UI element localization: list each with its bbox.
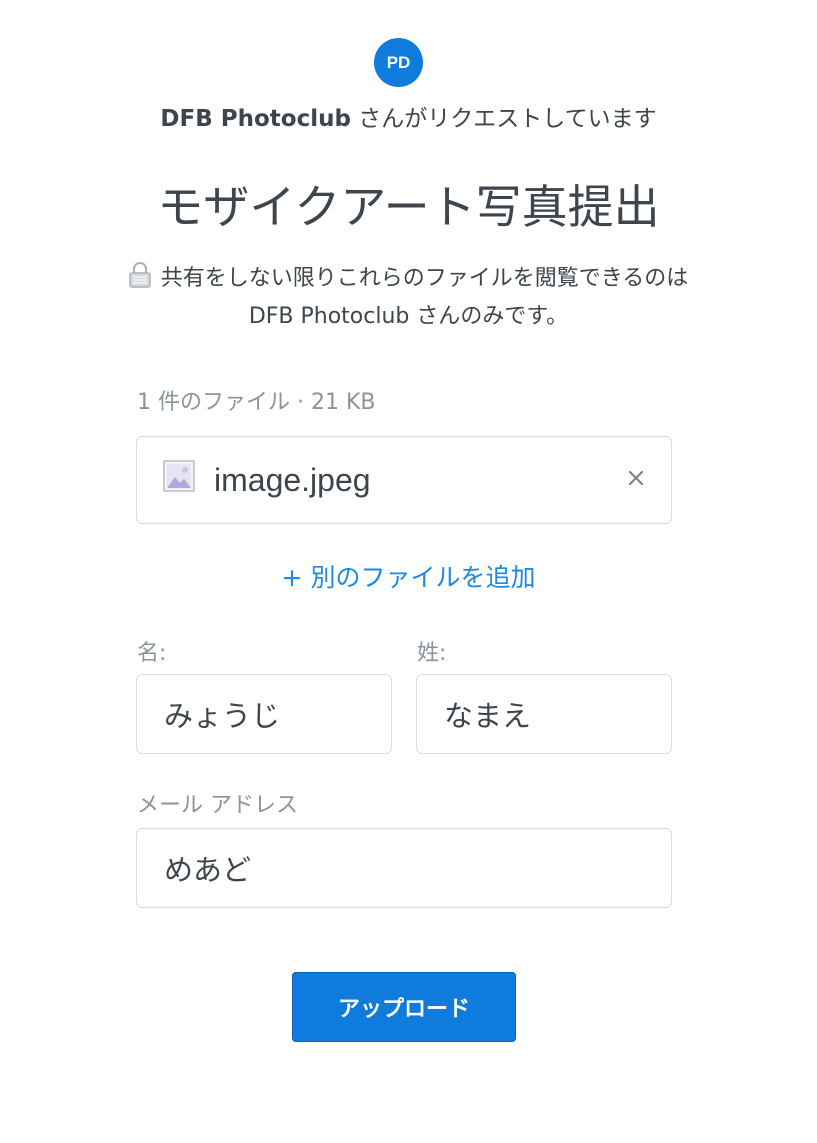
page-title: モザイクアート写真提出 xyxy=(157,180,660,234)
requester-avatar: PD xyxy=(374,38,423,87)
requester-name: DFB Photoclub xyxy=(160,106,351,132)
first-name-label: 名: xyxy=(137,641,167,666)
file-summary: 1 件のファイル · 21 KB xyxy=(137,390,376,415)
last-name-label: 姓: xyxy=(417,641,447,666)
requester-suffix: さんがリクエストしています xyxy=(350,106,657,132)
file-name: image.jpeg xyxy=(214,462,371,498)
email-input[interactable] xyxy=(136,828,672,908)
image-file-icon xyxy=(163,460,195,492)
email-label: メール アドレス xyxy=(137,793,298,818)
privacy-text: 共有をしない限りこれらのファイルを閲覧できるのは DFB Photoclub さ… xyxy=(160,266,689,329)
lock-icon xyxy=(128,262,151,288)
file-request-page: PD DFB Photoclub さんがリクエストしています モザイクアート写真… xyxy=(0,0,817,1143)
close-icon[interactable] xyxy=(627,469,645,487)
file-item: image.jpeg xyxy=(136,436,672,524)
upload-button[interactable]: アップロード xyxy=(292,972,516,1042)
first-name-input[interactable] xyxy=(136,674,392,754)
last-name-input[interactable] xyxy=(416,674,672,754)
add-file-link[interactable]: + 別のファイルを追加 xyxy=(0,560,817,596)
requester-line: DFB Photoclub さんがリクエストしています xyxy=(0,103,817,135)
privacy-notice: 共有をしない限りこれらのファイルを閲覧できるのは DFB Photoclub さ… xyxy=(128,260,689,336)
